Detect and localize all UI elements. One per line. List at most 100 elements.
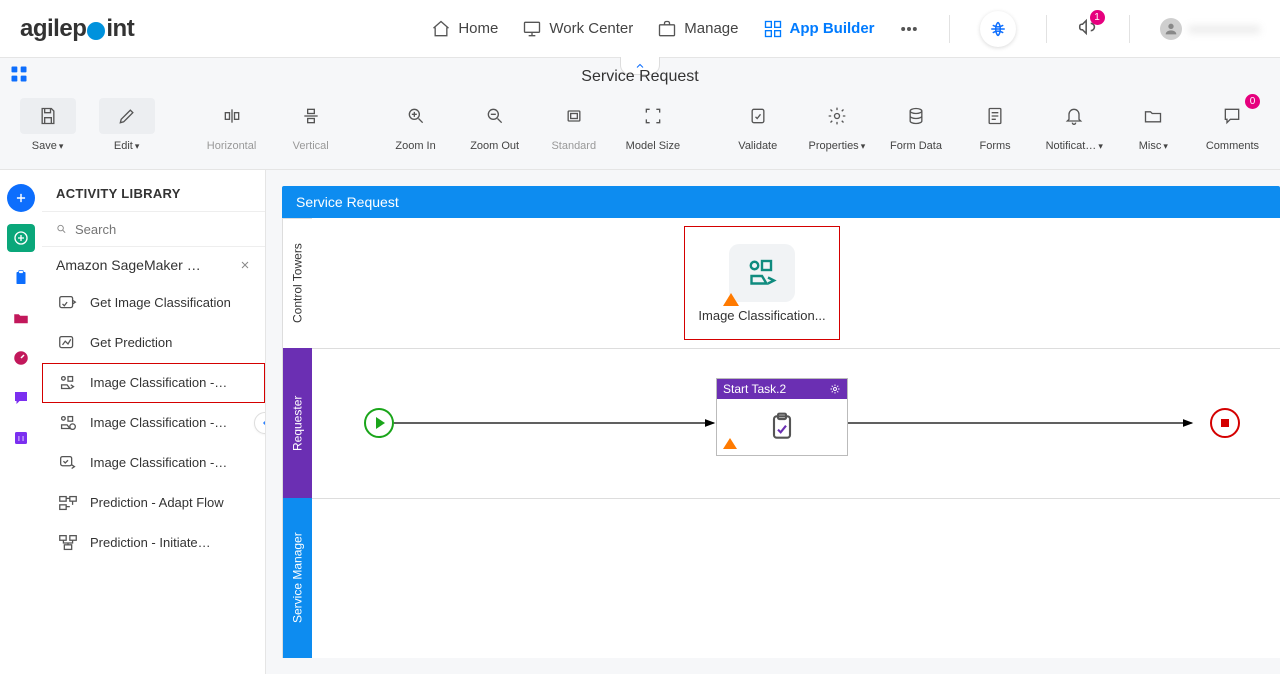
activity-icon [56,451,80,475]
bell-icon [1046,98,1102,134]
zoom-out-icon [467,98,523,134]
activity-library-sidebar: ACTIVITY LIBRARY Amazon SageMaker … Get … [42,170,266,674]
divider [949,15,950,43]
zoom-in-button[interactable]: Zoom In [380,98,451,152]
nav-manage[interactable]: Manage [657,19,738,39]
activity-icon [56,411,80,435]
lane-divider [312,348,1280,349]
image-classification-icon [744,255,780,291]
model-size-icon [625,98,681,134]
lane-requester[interactable]: Requester [282,348,312,498]
layout-vertical-button[interactable]: Vertical [275,98,346,152]
zoom-standard-button[interactable]: Standard [538,98,609,152]
nav-work-center[interactable]: Work Center [522,19,633,39]
misc-button[interactable]: Misc▾ [1118,98,1189,152]
nav-home[interactable]: Home [431,19,498,39]
activity-image-classification-1[interactable]: Image Classification -… [42,363,265,403]
comments-button[interactable]: 0 Comments [1197,98,1268,152]
rail-chat-button[interactable] [7,384,35,412]
search-input[interactable] [75,222,251,237]
nav-more[interactable] [899,19,919,39]
nav-manage-label: Manage [684,20,738,37]
task-start-task-2[interactable]: Start Task.2 [716,378,848,456]
edit-button[interactable]: Edit▾ [91,98,162,152]
clipboard-check-icon [766,411,798,443]
announcements-button[interactable]: 1 [1077,16,1099,41]
warning-icon [723,438,737,449]
activity-label: Image Classification -… [90,455,227,471]
comments-badge: 0 [1245,94,1260,109]
home-icon [431,19,451,39]
notifications-button[interactable]: Notificat…▾ [1039,98,1110,152]
activity-label: Image Classification -… [90,415,227,431]
activity-icon [56,491,80,515]
app-switcher-button[interactable] [0,64,38,84]
nav-home-label: Home [458,20,498,37]
properties-button[interactable]: Properties▾ [801,98,872,152]
save-button[interactable]: Save▾ [12,98,83,152]
announce-badge: 1 [1090,10,1105,25]
more-icon [899,19,919,39]
edit-icon [99,98,155,134]
zoom-out-button[interactable]: Zoom Out [459,98,530,152]
save-icon [20,98,76,134]
activity-image-classification-2[interactable]: Image Classification -… [42,403,265,443]
rail-folder-button[interactable] [7,304,35,332]
gear-icon [809,98,865,134]
rail-add-button[interactable] [7,184,35,212]
activity-get-image-classification[interactable]: Get Image Classification [42,283,265,323]
canvas-header: Service Request [282,186,1280,218]
rail-clipboard-button[interactable] [7,264,35,292]
database-icon [888,98,944,134]
svg-text:I I: I I [18,434,24,443]
form-data-button[interactable]: Form Data [880,98,951,152]
lane-service-manager[interactable]: Service Manager [282,498,312,658]
layout-vertical-icon [283,98,339,134]
activity-label: Get Image Classification [90,295,231,311]
rail-dashboard-button[interactable] [7,344,35,372]
sidebar-title: ACTIVITY LIBRARY [42,170,265,211]
play-icon [376,417,385,429]
logo: agilep int [20,15,134,43]
nav-app-builder[interactable]: App Builder [763,19,875,39]
activity-prediction-initiate[interactable]: Prediction - Initiate… [42,523,265,563]
toolbar: Save▾ Edit▾ Horizontal Vertical Zoom In … [0,90,1280,170]
user-menu[interactable]: xxxxxxxxxxx [1160,18,1261,40]
warning-icon [723,293,739,306]
activity-get-prediction[interactable]: Get Prediction [42,323,265,363]
activity-icon [56,531,80,555]
canvas-activity-label: Image Classification... [698,308,825,323]
canvas-activity-image-classification[interactable]: Image Classification... [684,226,840,340]
layout-horizontal-icon [204,98,260,134]
page-title: Service Request [581,68,698,86]
forms-icon [967,98,1023,134]
activity-category[interactable]: Amazon SageMaker … [56,257,201,273]
monitor-icon [522,19,542,39]
activity-icon [56,371,80,395]
activity-icon [56,291,80,315]
forms-button[interactable]: Forms [960,98,1031,152]
validate-button[interactable]: Validate [722,98,793,152]
ai-assistant-button[interactable] [980,11,1016,47]
folder-icon [1125,98,1181,134]
logo-text-post: int [106,15,134,43]
username-text: xxxxxxxxxxx [1189,21,1261,36]
zoom-in-icon [388,98,444,134]
layout-horizontal-button[interactable]: Horizontal [196,98,267,152]
activity-search[interactable] [42,211,265,247]
rail-translate-button[interactable]: I I [7,424,35,452]
activity-image-classification-3[interactable]: Image Classification -… [42,443,265,483]
lane-divider [312,498,1280,499]
logo-dot-icon [87,22,105,40]
process-canvas[interactable]: Control Towers Requester Service Manager… [282,218,1280,658]
gear-icon[interactable] [829,383,841,395]
zoom-model-size-button[interactable]: Model Size [617,98,688,152]
activity-prediction-adapt-flow[interactable]: Prediction - Adapt Flow [42,483,265,523]
briefcase-icon [657,19,677,39]
start-node[interactable] [364,408,394,438]
end-node[interactable] [1210,408,1240,438]
rail-ai-button[interactable] [7,224,35,252]
lane-control-towers[interactable]: Control Towers [282,218,312,348]
close-icon[interactable] [239,259,251,271]
avatar-icon [1160,18,1182,40]
